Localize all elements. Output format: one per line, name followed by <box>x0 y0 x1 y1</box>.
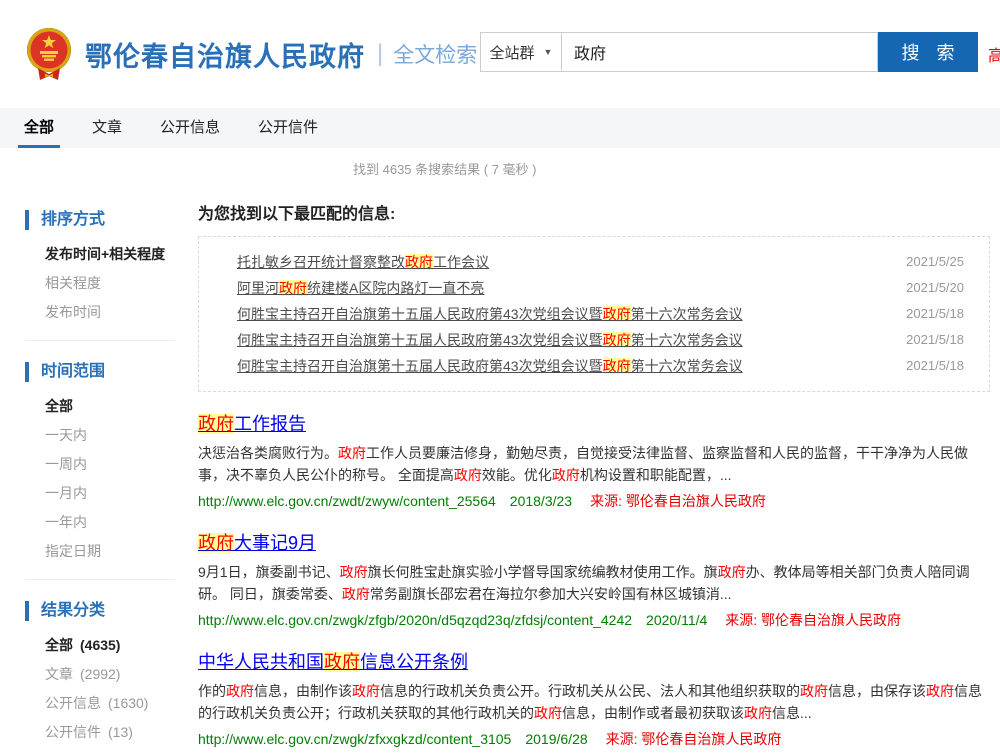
search-result: 政府工作报告 决惩治各类腐败行为。政府工作人员要廉洁修身，勤勉尽责，自觉接受法律… <box>198 412 990 511</box>
search-input[interactable] <box>562 32 878 72</box>
search-bar: 全站群 ▼ 搜 索 <box>480 32 978 72</box>
tab-bar: 全部 文章 公开信息 公开信件 <box>0 108 1000 148</box>
result-meta: http://www.elc.gov.cn/zwdt/zwyw/content_… <box>198 491 990 511</box>
result-source: 来源: 鄂伦春自治旗人民政府 <box>725 612 901 628</box>
time-range-option[interactable]: 全部 <box>25 399 190 413</box>
title-separator: | <box>377 40 383 68</box>
sidebar-divider <box>25 340 175 341</box>
category-option[interactable]: 公开信息(1630) <box>25 696 190 710</box>
sort-option[interactable]: 相关程度 <box>25 276 190 290</box>
match-row: 何胜宝主持召开自治旗第十五届人民政府第43次党组会议暨政府第十六次常务会议 20… <box>237 301 964 327</box>
national-emblem-icon <box>25 27 73 81</box>
result-title-link[interactable]: 政府工作报告 <box>198 412 306 436</box>
site-title: 鄂伦春自治旗人民政府 <box>85 35 365 74</box>
best-match-box: 托扎敏乡召开统计督察整改政府工作会议 2021/5/25 阿里河政府统建楼A区院… <box>198 236 990 392</box>
tab-label: 文章 <box>92 116 122 137</box>
match-date: 2021/5/18 <box>906 327 964 353</box>
site-header: 鄂伦春自治旗人民政府 | 全文检索 全站群 ▼ 搜 索 高 <box>0 0 1000 108</box>
sort-section-title: 排序方式 <box>25 210 190 230</box>
result-snippet: 9月1日，旗委副书记、政府旗长何胜宝赴旗实验小学督导国家统编教材使用工作。旗政府… <box>198 561 990 605</box>
result-date: 2019/6/28 <box>525 731 587 747</box>
result-url: http://www.elc.gov.cn/zwdt/zwyw/content_… <box>198 493 496 509</box>
page-subtitle: 全文检索 <box>393 39 477 69</box>
result-title-link[interactable]: 中华人民共和国政府信息公开条例 <box>198 650 468 674</box>
match-row: 阿里河政府统建楼A区院内路灯一直不亮 2021/5/20 <box>237 275 964 301</box>
match-date: 2021/5/18 <box>906 301 964 327</box>
category-count: (13) <box>108 724 133 740</box>
search-button[interactable]: 搜 索 <box>878 32 978 72</box>
result-url: http://www.elc.gov.cn/zwgk/zfxxgkzd/cont… <box>198 731 511 747</box>
time-range-section-title: 时间范围 <box>25 362 190 382</box>
match-link[interactable]: 托扎敏乡召开统计督察整改政府工作会议 <box>237 249 489 275</box>
match-row: 何胜宝主持召开自治旗第十五届人民政府第43次党组会议暨政府第十六次常务会议 20… <box>237 327 964 353</box>
time-range-option[interactable]: 一周内 <box>25 457 190 471</box>
scope-select[interactable]: 全站群 ▼ <box>480 32 562 72</box>
result-url: http://www.elc.gov.cn/zwgk/zfgb/2020n/d5… <box>198 612 632 628</box>
match-link[interactable]: 何胜宝主持召开自治旗第十五届人民政府第43次党组会议暨政府第十六次常务会议 <box>237 353 743 379</box>
tab[interactable]: 全部 <box>18 108 60 148</box>
match-date: 2021/5/25 <box>906 249 964 275</box>
tab[interactable]: 公开信息 <box>154 108 226 148</box>
sort-option[interactable]: 发布时间+相关程度 <box>25 247 190 261</box>
match-link[interactable]: 何胜宝主持召开自治旗第十五届人民政府第43次党组会议暨政府第十六次常务会议 <box>237 327 743 353</box>
best-match-heading: 为您找到以下最匹配的信息: <box>198 200 990 224</box>
match-row: 何胜宝主持召开自治旗第十五届人民政府第43次党组会议暨政府第十六次常务会议 20… <box>237 353 964 379</box>
result-meta: http://www.elc.gov.cn/zwgk/zfxxgkzd/cont… <box>198 729 990 749</box>
category-option[interactable]: 全部(4635) <box>25 638 190 652</box>
result-snippet: 作的政府信息，由制作该政府信息的行政机关负责公开。行政机关从公民、法人和其他组织… <box>198 680 990 724</box>
result-meta: http://www.elc.gov.cn/zwgk/zfgb/2020n/d5… <box>198 610 990 630</box>
search-result: 政府大事记9月 9月1日，旗委副书记、政府旗长何胜宝赴旗实验小学督导国家统编教材… <box>198 531 990 630</box>
category-section: 结果分类 全部(4635) 文章(2992) 公开信息(1630) 公开信件(1… <box>25 601 190 739</box>
category-count: (4635) <box>80 637 120 653</box>
category-count: (2992) <box>80 666 120 682</box>
category-count: (1630) <box>108 695 148 711</box>
result-date: 2020/11/4 <box>646 612 707 628</box>
result-title-link[interactable]: 政府大事记9月 <box>198 531 316 555</box>
tab[interactable]: 公开信件 <box>252 108 324 148</box>
match-link[interactable]: 阿里河政府统建楼A区院内路灯一直不亮 <box>237 275 484 301</box>
result-count: 找到 4635 条搜索结果 ( 7 毫秒 ) <box>353 162 990 178</box>
tab-label: 公开信件 <box>258 116 318 137</box>
sort-option[interactable]: 发布时间 <box>25 305 190 319</box>
filter-sidebar: 排序方式 发布时间+相关程度 相关程度 发布时间 时间范围 全部 <box>0 148 190 754</box>
match-row: 托扎敏乡召开统计督察整改政府工作会议 2021/5/25 <box>237 249 964 275</box>
tab[interactable]: 文章 <box>86 108 128 148</box>
time-range-option[interactable]: 一月内 <box>25 486 190 500</box>
result-date: 2018/3/23 <box>510 493 572 509</box>
sidebar-divider <box>25 579 175 580</box>
match-date: 2021/5/18 <box>906 353 964 379</box>
category-section-title: 结果分类 <box>25 601 190 621</box>
match-link[interactable]: 何胜宝主持召开自治旗第十五届人民政府第43次党组会议暨政府第十六次常务会议 <box>237 301 743 327</box>
time-range-section: 时间范围 全部 一天内 一周内 一月内 一年内 <box>25 362 190 558</box>
time-range-option[interactable]: 一年内 <box>25 515 190 529</box>
results-main: 找到 4635 条搜索结果 ( 7 毫秒 ) 为您找到以下最匹配的信息: 托扎敏… <box>190 148 1000 749</box>
advanced-search-link[interactable]: 高 <box>988 42 1000 66</box>
category-option[interactable]: 公开信件(13) <box>25 725 190 739</box>
category-option[interactable]: 文章(2992) <box>25 667 190 681</box>
result-source: 来源: 鄂伦春自治旗人民政府 <box>590 493 766 509</box>
sort-section: 排序方式 发布时间+相关程度 相关程度 发布时间 <box>25 210 190 319</box>
result-snippet: 决惩治各类腐败行为。政府工作人员要廉洁修身，勤勉尽责，自觉接受法律监督、监察监督… <box>198 442 990 486</box>
time-range-option[interactable]: 一天内 <box>25 428 190 442</box>
match-date: 2021/5/20 <box>906 275 964 301</box>
result-source: 来源: 鄂伦春自治旗人民政府 <box>606 731 782 747</box>
search-result: 中华人民共和国政府信息公开条例 作的政府信息，由制作该政府信息的行政机关负责公开… <box>198 650 990 749</box>
tab-label: 全部 <box>24 116 54 137</box>
chevron-down-icon: ▼ <box>544 48 553 57</box>
tab-label: 公开信息 <box>160 116 220 137</box>
time-range-option[interactable]: 指定日期 <box>25 544 190 558</box>
scope-select-value: 全站群 <box>490 42 535 63</box>
